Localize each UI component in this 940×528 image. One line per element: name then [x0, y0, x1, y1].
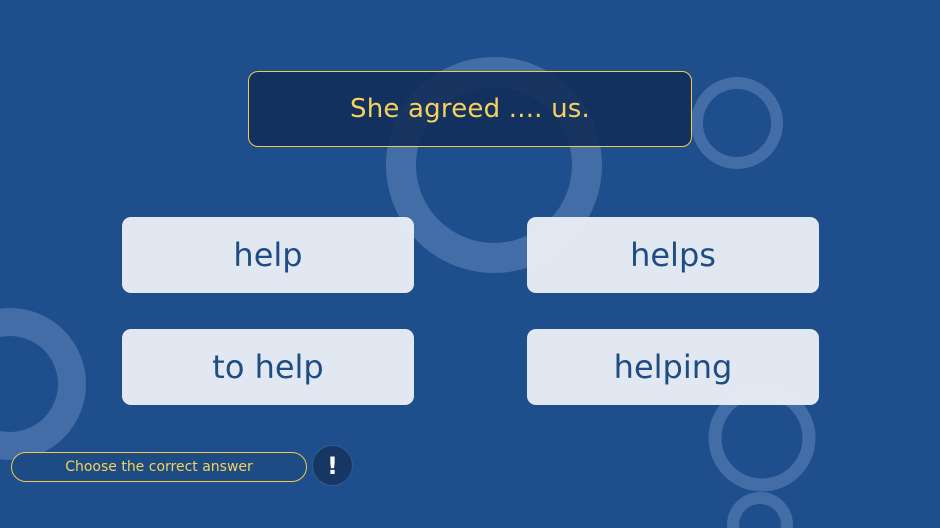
instruction-text: Choose the correct answer: [65, 459, 253, 475]
question-prompt: She agreed .... us.: [248, 71, 692, 147]
answer-option-helping[interactable]: helping: [527, 329, 819, 405]
answer-label: helps: [630, 236, 716, 274]
answer-label: helping: [613, 348, 733, 386]
answer-option-to-help[interactable]: to help: [122, 329, 414, 405]
decor-ring-top-right: [691, 77, 783, 169]
answer-option-helps[interactable]: helps: [527, 217, 819, 293]
answer-label: to help: [212, 348, 324, 386]
decor-ring-bottom-right-small: [727, 492, 793, 528]
exclamation-icon: !: [327, 451, 338, 480]
decor-ring-left: [0, 308, 86, 460]
answer-label: help: [233, 236, 303, 274]
instruction-pill: Choose the correct answer: [11, 452, 307, 482]
decor-ring-bottom-right: [708, 384, 816, 492]
answer-option-help[interactable]: help: [122, 217, 414, 293]
hint-button[interactable]: !: [312, 445, 353, 486]
question-text: She agreed .... us.: [350, 94, 590, 124]
